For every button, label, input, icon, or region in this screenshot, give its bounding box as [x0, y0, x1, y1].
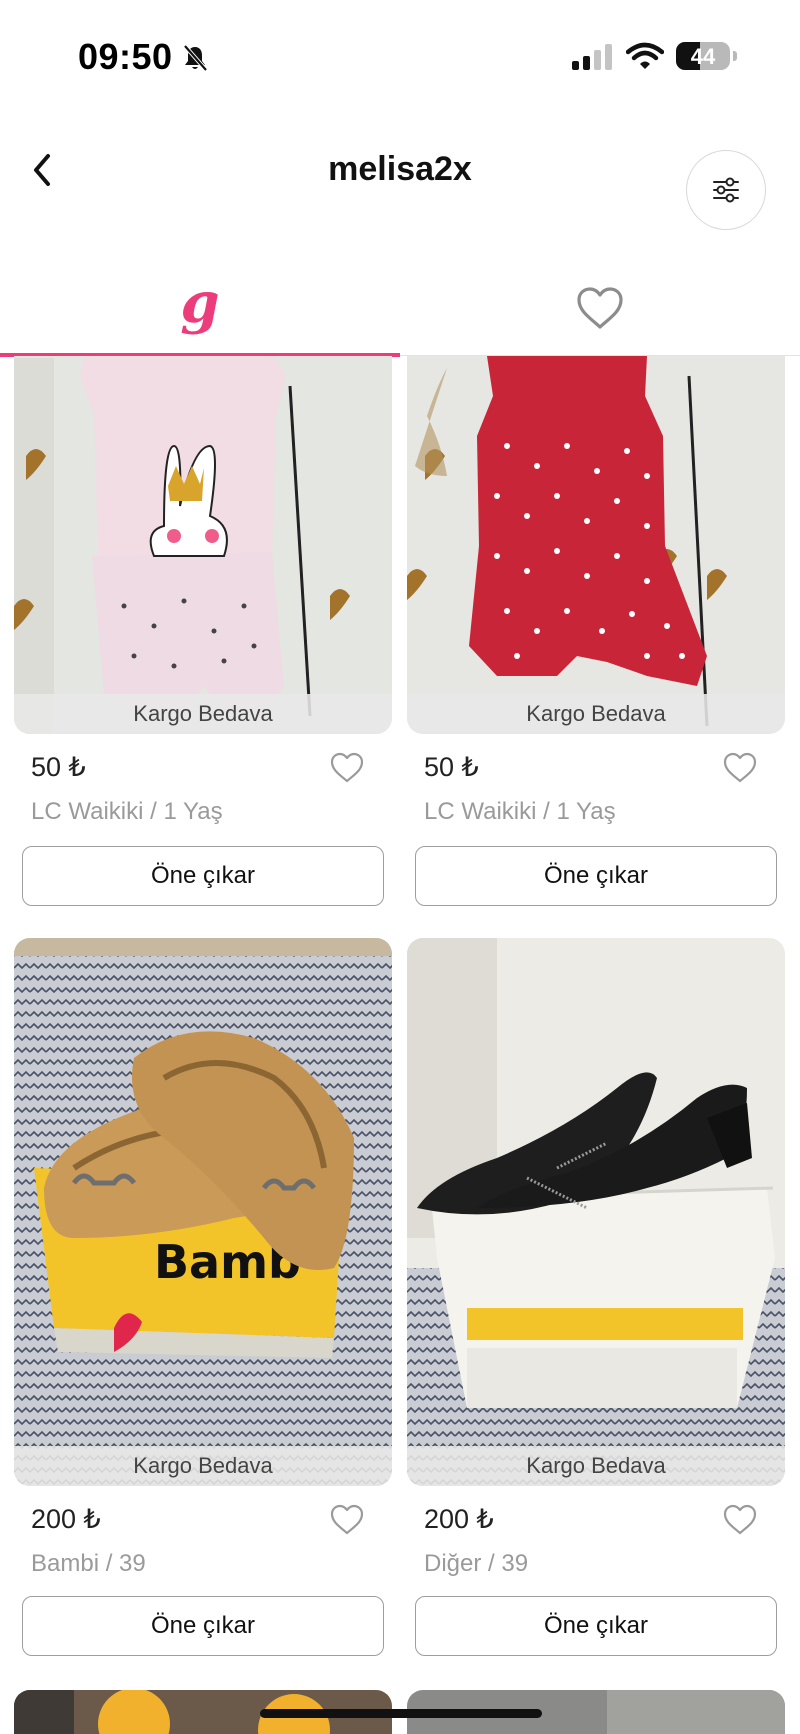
- cellular-signal-icon: [572, 44, 612, 70]
- product-price: 200 ₺: [31, 1504, 101, 1534]
- filter-button[interactable]: [686, 150, 766, 230]
- tan-loafers-photo: Bamb: [14, 938, 392, 1486]
- product-price: 50 ₺: [31, 752, 86, 782]
- product-price: 200 ₺: [424, 1504, 494, 1534]
- home-indicator[interactable]: [260, 1709, 542, 1718]
- product-price: 50 ₺: [424, 752, 479, 782]
- profile-tabs: g: [0, 262, 800, 357]
- free-shipping-badge: Kargo Bedava: [407, 694, 785, 734]
- black-heels-photo: [407, 938, 785, 1486]
- brand-glyph-icon: g: [180, 270, 220, 336]
- product-image[interactable]: Kargo Bedava: [407, 938, 785, 1486]
- heart-icon: [577, 287, 623, 329]
- status-bar: 09:50 44: [0, 0, 800, 110]
- promote-button[interactable]: Öne çıkar: [22, 846, 384, 906]
- favorite-heart-icon[interactable]: [723, 752, 757, 784]
- product-brand-size: Bambi / 39: [31, 1550, 146, 1577]
- promote-button[interactable]: Öne çıkar: [415, 846, 777, 906]
- battery-level: 44: [690, 44, 716, 69]
- tab-listings[interactable]: g: [0, 262, 400, 357]
- product-brand-size: LC Waikiki / 1 Yaş: [31, 798, 223, 825]
- battery-icon: 44: [676, 42, 730, 70]
- status-time: 09:50: [78, 36, 173, 77]
- product-image[interactable]: Kargo Bedava: [407, 356, 785, 734]
- wifi-icon: [626, 42, 664, 69]
- tab-favorites[interactable]: [400, 262, 800, 354]
- favorite-heart-icon[interactable]: [330, 752, 364, 784]
- red-polka-dot-romper-photo: [407, 356, 785, 734]
- battery-tip: [733, 51, 737, 61]
- page-title: melisa2x: [328, 150, 472, 188]
- product-brand-size: Diğer / 39: [424, 1550, 529, 1577]
- free-shipping-badge: Kargo Bedava: [14, 1446, 392, 1486]
- product-image[interactable]: Kargo Bedava: [14, 356, 392, 734]
- sliders-icon: [713, 177, 739, 203]
- product-image[interactable]: Bamb Kargo Bedava: [14, 938, 392, 1486]
- bell-muted-icon: [183, 44, 208, 72]
- free-shipping-badge: Kargo Bedava: [407, 1446, 785, 1486]
- product-brand-size: LC Waikiki / 1 Yaş: [424, 798, 616, 825]
- favorite-heart-icon[interactable]: [330, 1504, 364, 1536]
- promote-button[interactable]: Öne çıkar: [22, 1596, 384, 1656]
- promote-button[interactable]: Öne çıkar: [415, 1596, 777, 1656]
- pink-bunny-romper-photo: [14, 356, 392, 734]
- favorite-heart-icon[interactable]: [723, 1504, 757, 1536]
- free-shipping-badge: Kargo Bedava: [14, 694, 392, 734]
